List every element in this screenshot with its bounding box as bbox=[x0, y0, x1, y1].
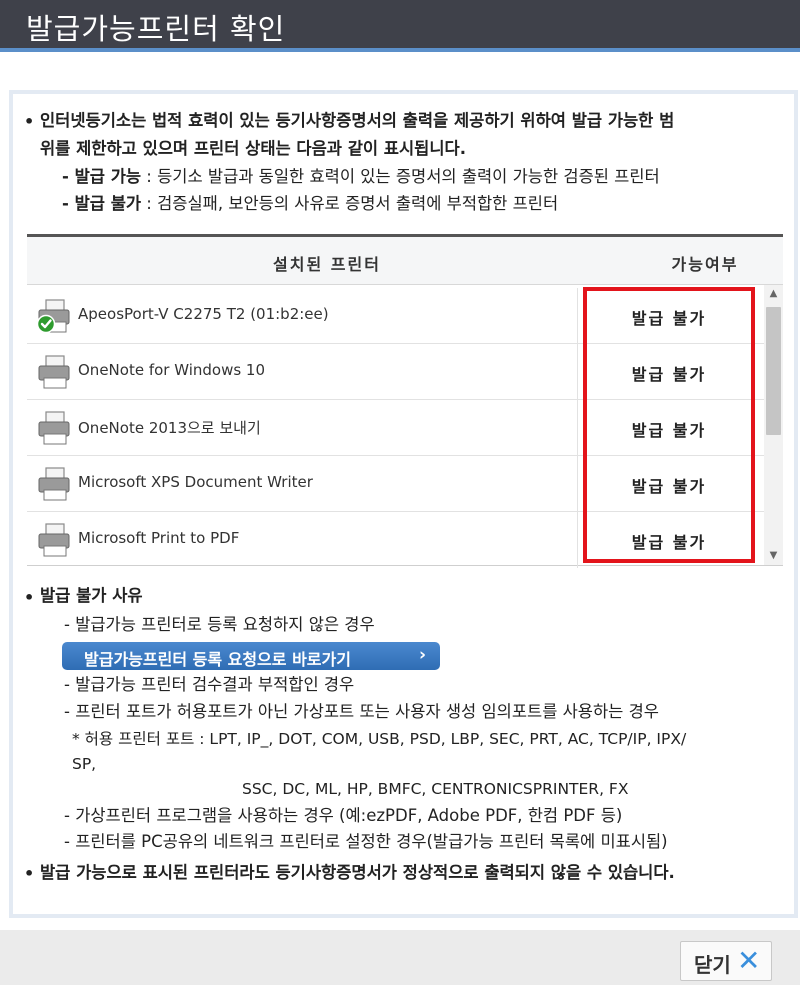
scroll-up-arrow-icon[interactable]: ▲ bbox=[764, 285, 783, 303]
bullet: • bbox=[24, 864, 35, 883]
printer-name: Microsoft Print to PDF bbox=[78, 529, 240, 547]
window-title: 발급가능프린터 확인 bbox=[26, 12, 286, 46]
reason-3: - 프린터 포트가 허용포트가 아닌 가상포트 또는 사용자 생성 임의포트를 … bbox=[64, 702, 659, 721]
status-highlight-box bbox=[583, 287, 755, 563]
allowed-ports-line-2: SP, bbox=[72, 755, 97, 773]
close-icon: ✕ bbox=[737, 944, 761, 977]
column-divider bbox=[577, 288, 578, 343]
column-divider bbox=[577, 400, 578, 455]
bullet: • bbox=[24, 112, 35, 131]
column-divider bbox=[577, 456, 578, 511]
printer-icon bbox=[38, 411, 70, 445]
default-printer-icon bbox=[36, 299, 70, 334]
column-header-status: 가능여부 bbox=[671, 255, 739, 274]
definition-unavailable: - 발급 불가 : 검증실패, 보안등의 사유로 증명서 출력에 부적합한 프린… bbox=[62, 191, 558, 217]
printer-icon bbox=[38, 523, 70, 557]
reason-2: - 발급가능 프린터 검수결과 부적합인 경우 bbox=[64, 675, 355, 694]
printer-icon bbox=[38, 355, 70, 389]
allowed-ports-line-1: * 허용 프린터 포트 : LPT, IP_, DOT, COM, USB, P… bbox=[72, 730, 687, 748]
definition-available-desc: : 등기소 발급과 동일한 효력이 있는 증명서의 출력이 가능한 검증된 프린… bbox=[141, 167, 660, 186]
final-note: 발급 가능으로 표시된 프린터라도 등기사항증명서가 정상적으로 출력되지 않을… bbox=[40, 863, 675, 882]
definition-unavailable-term: - 발급 불가 bbox=[62, 194, 142, 213]
register-printer-link-button[interactable]: 발급가능프린터 등록 요청으로 바로가기 › bbox=[62, 642, 440, 670]
scroll-down-arrow-icon[interactable]: ▼ bbox=[764, 547, 783, 565]
definition-unavailable-desc: : 검증실패, 보안등의 사유로 증명서 출력에 부적합한 프린터 bbox=[141, 194, 559, 213]
printer-icon bbox=[38, 467, 70, 501]
definition-available: - 발급 가능 : 등기소 발급과 동일한 효력이 있는 증명서의 출력이 가능… bbox=[62, 164, 660, 190]
chevron-right-icon: › bbox=[418, 645, 426, 665]
allowed-ports-line-3: SSC, DC, ML, HP, BMFC, CENTRONICSPRINTER… bbox=[242, 780, 629, 798]
column-header-printer: 설치된 프린터 bbox=[273, 255, 381, 274]
definition-available-term: - 발급 가능 bbox=[62, 167, 142, 186]
notice-line-1: 인터넷등기소는 법적 효력이 있는 등기사항증명서의 출력을 제공하기 위하여 … bbox=[40, 111, 675, 130]
link-button-label: 발급가능프린터 등록 요청으로 바로가기 bbox=[84, 650, 351, 669]
printer-name: OneNote for Windows 10 bbox=[78, 361, 266, 379]
close-button[interactable]: 닫기 ✕ bbox=[680, 941, 772, 981]
scroll-thumb[interactable] bbox=[766, 307, 781, 435]
bullet: • bbox=[24, 588, 35, 607]
reasons-heading: 발급 불가 사유 bbox=[40, 586, 143, 605]
reason-4: - 가상프린터 프로그램을 사용하는 경우 (예:ezPDF, Adobe PD… bbox=[64, 806, 623, 825]
notice-line-2: 위를 제한하고 있으며 프린터 상태는 다음과 같이 표시됩니다. bbox=[40, 139, 466, 158]
reason-5: - 프린터를 PC공유의 네트워크 프린터로 설정한 경우(발급가능 프린터 목… bbox=[64, 832, 668, 851]
table-scrollbar[interactable]: ▲ ▼ bbox=[764, 285, 783, 565]
printer-name: ApeosPort-V C2275 T2 (01:b2:ee) bbox=[78, 305, 329, 323]
reason-1: - 발급가능 프린터로 등록 요청하지 않은 경우 bbox=[64, 615, 375, 634]
table-header: 설치된 프린터 가능여부 bbox=[27, 237, 783, 285]
column-divider bbox=[577, 512, 578, 568]
title-bar: 발급가능프린터 확인 bbox=[0, 0, 800, 52]
close-button-label: 닫기 bbox=[694, 953, 731, 977]
printer-name: OneNote 2013으로 보내기 bbox=[78, 419, 261, 437]
printer-name: Microsoft XPS Document Writer bbox=[78, 473, 313, 491]
column-divider bbox=[577, 344, 578, 399]
